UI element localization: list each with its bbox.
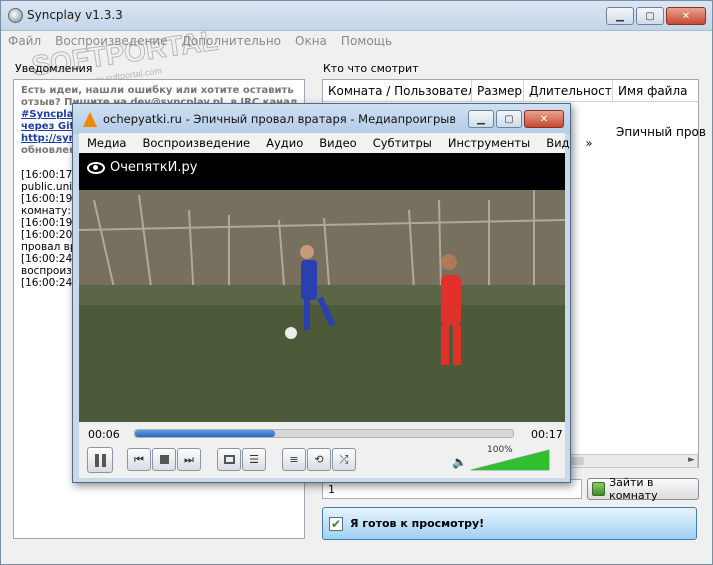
chat-line: воспроизв [21, 265, 78, 277]
video-logo: ОчепяткИ.ру [87, 160, 197, 175]
menu-bar: Файл Воспроизведение Дополнительно Окна … [1, 31, 712, 51]
chat-link[interactable]: через Git [21, 121, 74, 132]
menu-help[interactable]: Помощь [334, 31, 399, 51]
eye-icon [87, 161, 105, 174]
time-elapsed: 00:06 [88, 428, 120, 441]
ready-label: Я готов к просмотру! [350, 517, 485, 530]
ready-toggle-button[interactable]: ✔ Я готов к просмотру! [322, 507, 697, 540]
stop-button[interactable] [152, 448, 176, 471]
minimize-button[interactable]: ▁ [606, 7, 634, 25]
vlc-menu-audio[interactable]: Аудио [258, 133, 311, 153]
playlist-button[interactable]: ≡ [282, 448, 306, 471]
menu-windows[interactable]: Окна [288, 31, 334, 51]
syncplay-app-icon [8, 8, 23, 23]
chat-line: [16:00:24] [21, 277, 77, 289]
fullscreen-button[interactable] [217, 448, 241, 471]
pause-icon [94, 453, 106, 467]
skip-forward-icon: ⏭ [184, 452, 194, 466]
loop-icon: ⟲ [314, 453, 324, 466]
video-logo-text: ОчепяткИ.ру [110, 160, 198, 175]
vlc-player-window: ochepyatki.ru - Эпичный провал вратаря -… [72, 103, 593, 483]
column-room-user[interactable]: Комната / Пользователь [323, 80, 472, 102]
chat-link[interactable]: #Syncplay [21, 109, 80, 120]
skip-back-icon: ⏮ [134, 452, 144, 466]
vlc-title-bar[interactable]: ochepyatki.ru - Эпичный провал вратаря -… [73, 104, 570, 134]
volume-label: 100% [487, 445, 513, 455]
vlc-menu-bar: Медиа Воспроизведение Аудио Видео Субтит… [79, 133, 593, 153]
chat-line: [16:00:20] [21, 229, 77, 241]
chat-line: провал вр [21, 241, 77, 253]
ready-checkbox[interactable]: ✔ [329, 516, 343, 531]
join-room-label: Зайти в комнату [609, 476, 658, 502]
column-filename[interactable]: Имя файла [613, 80, 698, 102]
vlc-menu-more[interactable]: » [578, 133, 601, 153]
chat-line: [16:00:24] [21, 253, 77, 265]
time-total: 00:17 [531, 428, 563, 441]
title-bar[interactable]: Syncplay v1.3.3 ▁ ▢ ✕ [1, 1, 712, 31]
vlc-menu-tools[interactable]: Инструменты [440, 133, 538, 153]
join-room-button[interactable]: Зайти в комнату [587, 476, 699, 502]
vlc-menu-view[interactable]: Вид [538, 133, 577, 153]
vlc-minimize-button[interactable]: ▁ [468, 110, 494, 128]
chat-line: [16:00:19] [21, 217, 77, 229]
chat-line: обновлен [21, 145, 76, 156]
vlc-close-button[interactable]: ✕ [524, 110, 564, 128]
vlc-menu-video[interactable]: Видео [311, 133, 364, 153]
extended-settings-button[interactable]: ☰ [242, 448, 266, 471]
column-size[interactable]: Размер [472, 80, 524, 102]
vlc-menu-media[interactable]: Медиа [79, 133, 134, 153]
seek-bar[interactable] [134, 429, 514, 438]
volume-slider[interactable]: 100% [469, 445, 551, 472]
maximize-button[interactable]: ▢ [636, 7, 664, 25]
previous-button[interactable]: ⏮ [127, 448, 151, 471]
video-area[interactable]: ОчепяткИ.ру [79, 153, 565, 422]
fullscreen-icon [223, 455, 235, 464]
vlc-maximize-button[interactable]: ▢ [496, 110, 522, 128]
playlist-icon: ≡ [289, 453, 299, 466]
loop-button[interactable]: ⟲ [307, 448, 331, 471]
next-button[interactable]: ⏭ [177, 448, 201, 471]
pause-button[interactable] [87, 447, 113, 473]
chat-line: [16:00:19] [21, 193, 77, 205]
column-duration[interactable]: Длительность [524, 80, 613, 102]
scroll-right-icon[interactable]: ► [688, 455, 695, 465]
vlc-window-title: ochepyatki.ru - Эпичный провал вратаря -… [103, 112, 455, 126]
seek-bar-fill [135, 430, 275, 437]
vlc-cone-icon [83, 112, 97, 127]
menu-advanced[interactable]: Дополнительно [174, 31, 288, 51]
speaker-icon[interactable]: 🔈 [452, 455, 467, 469]
video-frame [79, 190, 565, 422]
row-filename-cell[interactable]: Эпичный пров [616, 125, 706, 139]
chat-link[interactable]: http://syn [21, 133, 76, 144]
equalizer-icon: ☰ [249, 453, 259, 466]
shuffle-button[interactable]: ⤮ [332, 448, 356, 471]
menu-file[interactable]: Файл [1, 31, 48, 51]
join-room-icon [592, 482, 606, 496]
vlc-menu-playback[interactable]: Воспроизведение [134, 133, 258, 153]
chat-line: Есть идеи, нашли ошибку или хотите остав… [21, 85, 294, 96]
vlc-controls: 00:06 00:17 ⏮ ⏭ ☰ ≡ ⟲ ⤮ 🔈 100% [79, 422, 565, 478]
table-horizontal-scrollbar[interactable]: ► [558, 454, 698, 468]
menu-playback[interactable]: Воспроизведение [48, 31, 174, 51]
close-button[interactable]: ✕ [666, 7, 706, 25]
chat-line: комнату: ' [21, 205, 78, 217]
shuffle-icon: ⤮ [339, 452, 349, 466]
window-title: Syncplay v1.3.3 [27, 8, 123, 22]
stop-icon [159, 455, 169, 464]
notifications-label: Уведомления [15, 62, 93, 75]
who-watches-label: Кто что смотрит [323, 62, 419, 75]
vlc-menu-subtitles[interactable]: Субтитры [365, 133, 440, 153]
chat-line: [16:00:17] [21, 169, 77, 181]
